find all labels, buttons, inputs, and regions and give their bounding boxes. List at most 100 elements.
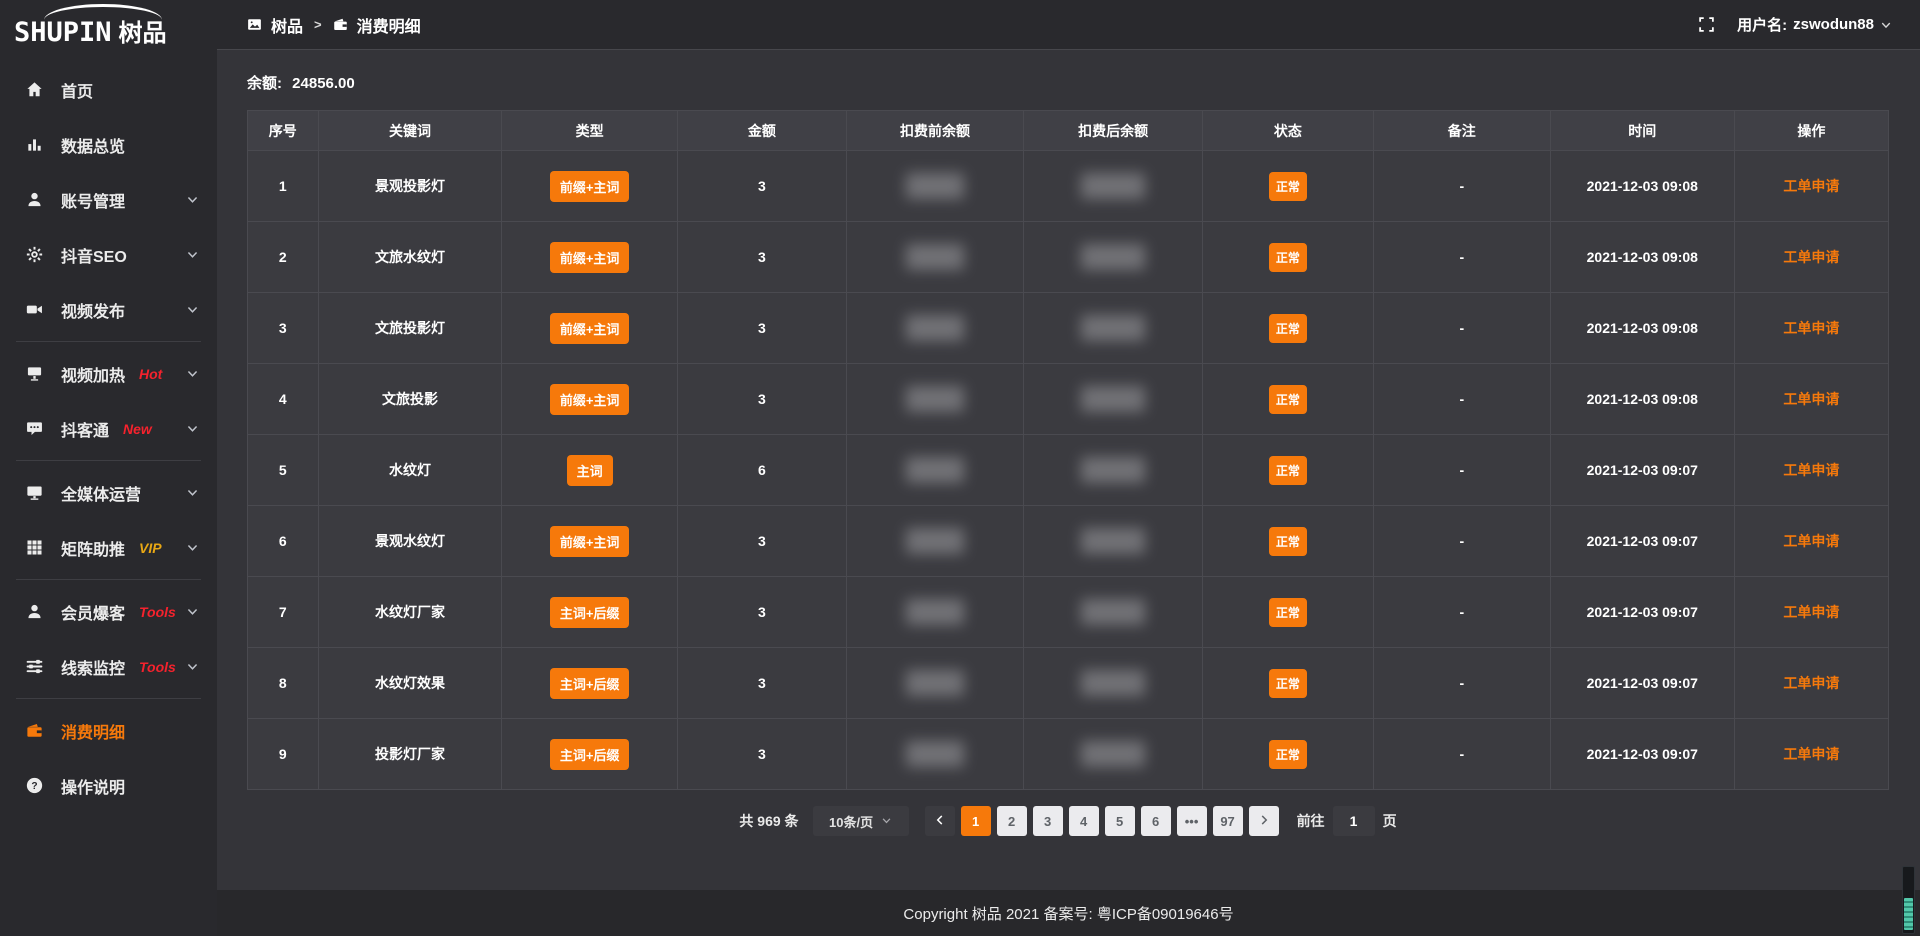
balance-line: 余额: 24856.00	[247, 72, 1889, 93]
chevron-down-icon	[186, 605, 199, 618]
cell-post-balance	[1024, 506, 1203, 577]
user-dropdown[interactable]: 用户名: zswodun88	[1737, 14, 1892, 35]
type-badge: 前缀+主词	[550, 313, 630, 344]
work-order-link[interactable]: 工单申请	[1783, 746, 1839, 762]
cell-time: 2021-12-03 09:07	[1550, 719, 1734, 790]
member-icon	[26, 603, 46, 620]
cell-time: 2021-12-03 09:07	[1550, 648, 1734, 719]
page-button-5[interactable]: 5	[1105, 806, 1135, 836]
sidebar-item-label: 线索监控	[61, 655, 125, 679]
sidebar-item-screen-push[interactable]: 视频加热Hot	[0, 346, 217, 401]
cell-no: 5	[248, 435, 319, 506]
work-order-link[interactable]: 工单申请	[1783, 604, 1839, 620]
cell-amount: 3	[677, 506, 846, 577]
blurred-balance	[906, 457, 964, 483]
sidebar-divider	[16, 579, 201, 580]
cell-post-balance	[1024, 293, 1203, 364]
fullscreen-icon[interactable]	[1698, 16, 1715, 33]
cell-no: 1	[248, 151, 319, 222]
sidebar-item-sliders[interactable]: 线索监控Tools	[0, 639, 217, 694]
pagination-total: 共 969 条	[739, 811, 798, 831]
column-header-time: 时间	[1550, 111, 1734, 151]
page-size-select[interactable]: 10条/页	[813, 806, 909, 836]
cell-action: 工单申请	[1734, 435, 1888, 506]
cell-keyword: 文旅投影	[318, 364, 502, 435]
page-button-1[interactable]: 1	[961, 806, 991, 836]
breadcrumb-item-home[interactable]: 树品	[271, 13, 303, 37]
page-button-3[interactable]: 3	[1033, 806, 1063, 836]
cell-status: 正常	[1203, 364, 1374, 435]
cell-status: 正常	[1203, 222, 1374, 293]
table-row: 3文旅投影灯前缀+主词3正常-2021-12-03 09:08工单申请	[248, 293, 1889, 364]
column-header-type: 类型	[502, 111, 678, 151]
sidebar-item-gear[interactable]: 抖音SEO	[0, 227, 217, 282]
username-value: zswodun88	[1793, 16, 1874, 33]
sidebar-item-bar-chart[interactable]: 数据总览	[0, 117, 217, 172]
sidebar-item-member[interactable]: 会员爆客Tools	[0, 584, 217, 639]
cell-pre-balance	[846, 151, 1023, 222]
page-button-2[interactable]: 2	[997, 806, 1027, 836]
status-badge: 正常	[1269, 598, 1307, 627]
work-order-link[interactable]: 工单申请	[1783, 533, 1839, 549]
cell-amount: 3	[677, 293, 846, 364]
mini-scrollbar-thumb[interactable]	[1904, 898, 1913, 930]
breadcrumb-separator: >	[314, 17, 322, 32]
cell-post-balance	[1024, 648, 1203, 719]
cell-pre-balance	[846, 364, 1023, 435]
cell-pre-balance	[846, 577, 1023, 648]
work-order-link[interactable]: 工单申请	[1783, 320, 1839, 336]
cell-amount: 3	[677, 364, 846, 435]
cell-time: 2021-12-03 09:08	[1550, 293, 1734, 364]
page-button-4[interactable]: 4	[1069, 806, 1099, 836]
cell-action: 工单申请	[1734, 293, 1888, 364]
cell-action: 工单申请	[1734, 506, 1888, 577]
cell-remark: -	[1373, 719, 1550, 790]
sidebar-item-home[interactable]: 首页	[0, 62, 217, 117]
work-order-link[interactable]: 工单申请	[1783, 391, 1839, 407]
column-header-pre_balance: 扣费前余额	[846, 111, 1023, 151]
prev-page-button[interactable]	[925, 806, 955, 836]
blurred-balance	[1081, 315, 1145, 341]
sidebar-item-question[interactable]: ?操作说明	[0, 758, 217, 813]
work-order-link[interactable]: 工单申请	[1783, 462, 1839, 478]
work-order-link[interactable]: 工单申请	[1783, 249, 1839, 265]
next-page-button[interactable]	[1249, 806, 1279, 836]
cell-post-balance	[1024, 222, 1203, 293]
cell-post-balance	[1024, 719, 1203, 790]
cell-amount: 3	[677, 577, 846, 648]
sidebar-item-chat[interactable]: 抖客通New	[0, 401, 217, 456]
cell-no: 3	[248, 293, 319, 364]
column-header-post_balance: 扣费后余额	[1024, 111, 1203, 151]
work-order-link[interactable]: 工单申请	[1783, 178, 1839, 194]
blurred-balance	[906, 173, 964, 199]
sidebar-item-user[interactable]: 账号管理	[0, 172, 217, 227]
sidebar-item-grid[interactable]: 矩阵助推VIP	[0, 520, 217, 575]
sidebar-item-label: 全媒体运营	[61, 481, 141, 505]
table-row: 1景观投影灯前缀+主词3正常-2021-12-03 09:08工单申请	[248, 151, 1889, 222]
page-button-97[interactable]: 97	[1213, 806, 1243, 836]
goto-page-input[interactable]	[1333, 806, 1375, 836]
blurred-balance	[906, 599, 964, 625]
cell-type: 主词+后缀	[502, 577, 678, 648]
page-button-6[interactable]: 6	[1141, 806, 1171, 836]
copyright-text: Copyright 树品 2021 备案号: 粤ICP备09019646号	[903, 903, 1233, 924]
work-order-link[interactable]: 工单申请	[1783, 675, 1839, 691]
username-label: 用户名:	[1737, 14, 1787, 35]
sidebar-item-monitor[interactable]: 全媒体运营	[0, 465, 217, 520]
sidebar-item-label: 消费明细	[61, 719, 125, 743]
mini-scrollbar[interactable]	[1902, 866, 1915, 934]
goto-page: 前往 页	[1297, 806, 1397, 836]
blurred-balance	[906, 528, 964, 554]
topbar-right: 用户名: zswodun88	[1698, 14, 1892, 35]
cell-type: 前缀+主词	[502, 151, 678, 222]
sidebar-item-video-camera[interactable]: 视频发布	[0, 282, 217, 337]
page-ellipsis-button[interactable]: •••	[1177, 806, 1207, 836]
cell-keyword: 景观水纹灯	[318, 506, 502, 577]
wallet-icon	[333, 17, 348, 32]
cell-status: 正常	[1203, 577, 1374, 648]
cell-pre-balance	[846, 719, 1023, 790]
sidebar-item-label: 数据总览	[61, 133, 125, 157]
sidebar-item-wallet[interactable]: 消费明细	[0, 703, 217, 758]
sidebar-item-tag: Tools	[139, 604, 176, 620]
cell-time: 2021-12-03 09:08	[1550, 151, 1734, 222]
